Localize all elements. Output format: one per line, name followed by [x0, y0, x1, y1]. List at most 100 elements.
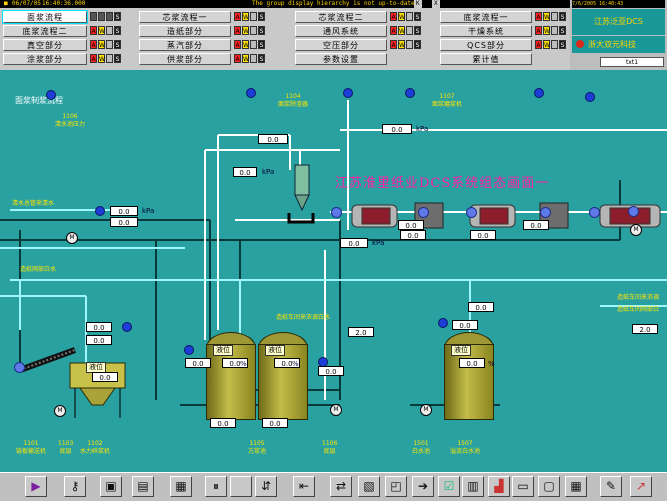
- nav-steam[interactable]: 蒸汽部分: [139, 39, 231, 51]
- sensor-icon[interactable]: [246, 88, 256, 98]
- indicator-c2-4-4: S: [258, 54, 265, 63]
- sensor-icon[interactable]: [585, 92, 595, 102]
- indicator-2-4: S: [114, 26, 121, 35]
- unit-label: %: [488, 360, 495, 368]
- status-close-button[interactable]: X: [432, 0, 440, 8]
- checkbox-icon[interactable]: ☑: [438, 476, 460, 497]
- valve-ball-icon[interactable]: [628, 206, 639, 217]
- calendar-icon[interactable]: ▦: [565, 476, 587, 497]
- value-box: 0.0: [110, 206, 138, 216]
- nav-compressed-air[interactable]: 空压部分: [295, 39, 387, 51]
- alarm-indicator-c4-1: A: [535, 12, 542, 21]
- sensor-icon[interactable]: [405, 88, 415, 98]
- label-paper-machine-a: 造纸车间来浓调: [617, 294, 660, 301]
- alarm-indicator-c2-1: A: [234, 12, 241, 21]
- nav-pulp-supply[interactable]: 供浆部分: [139, 53, 231, 65]
- sensor-icon[interactable]: [343, 88, 353, 98]
- txt1-field[interactable]: txt1: [600, 57, 664, 67]
- status-k-button[interactable]: K: [414, 0, 422, 8]
- label-clear-water: 清水总管来清水: [12, 200, 55, 207]
- nav-drying[interactable]: 干燥系统: [440, 25, 532, 37]
- value-box: 0.0: [459, 358, 485, 368]
- indicator-c3-2-4: S: [414, 26, 421, 35]
- unit-label: kPa: [262, 168, 275, 176]
- nav-face-pulp-flow[interactable]: 面浆流程: [2, 10, 88, 24]
- sensor-icon[interactable]: [95, 206, 105, 216]
- display-icon[interactable]: ▢: [538, 476, 560, 497]
- monitor-icon[interactable]: ▭: [512, 476, 534, 497]
- sensor-icon[interactable]: [46, 90, 56, 100]
- nav-qcs[interactable]: QCS部分: [440, 39, 532, 51]
- sensor-icon[interactable]: [534, 88, 544, 98]
- picture-icon[interactable]: ▣: [100, 476, 122, 497]
- value-box: 0.0: [258, 134, 288, 144]
- indicator-c4-2-3: [551, 26, 558, 35]
- arrow-right-icon[interactable]: ➔: [412, 476, 434, 497]
- equip-label-1106: 1106 底层: [322, 440, 338, 455]
- conveyor: [18, 347, 77, 373]
- nav-core-pulp-flow-1[interactable]: 芯浆流程一: [139, 11, 231, 23]
- warn-indicator-c2-4: W: [242, 54, 249, 63]
- cleaner: [287, 164, 315, 224]
- nav-totals[interactable]: 累计值: [440, 53, 532, 65]
- indicator-4-4: S: [114, 54, 121, 63]
- warn-indicator-c2-2: W: [242, 26, 249, 35]
- valve-ball-icon[interactable]: [331, 207, 342, 218]
- sensor-icon[interactable]: [122, 322, 132, 332]
- warn-indicator-2: W: [98, 26, 105, 35]
- grid-icon[interactable]: ▦: [170, 476, 192, 497]
- value-box: 0.0: [382, 124, 412, 134]
- valve-ball-icon[interactable]: [589, 207, 600, 218]
- motor-icon[interactable]: M: [66, 232, 78, 244]
- motor-icon[interactable]: M: [330, 404, 342, 416]
- nav-parameters[interactable]: 参数设置: [295, 53, 387, 65]
- valve-ball-icon[interactable]: [466, 207, 477, 218]
- indicator-c2-1-4: S: [258, 12, 265, 21]
- play-icon[interactable]: ▶: [25, 476, 47, 497]
- nav-papermaking[interactable]: 造纸部分: [139, 25, 231, 37]
- nav-vacuum[interactable]: 真空部分: [3, 39, 87, 51]
- sensor-icon[interactable]: [438, 318, 448, 328]
- cyan-pipes: [0, 209, 667, 370]
- value-box: 0.0: [210, 418, 236, 428]
- nav-core-pulp-flow-2[interactable]: 芯浆流程二: [295, 11, 387, 23]
- text-arrow-icon[interactable]: ⇤: [293, 476, 315, 497]
- brand-2-row: 浙大双元科技: [572, 36, 665, 53]
- indicator-c2-2-3: [250, 26, 257, 35]
- nav-bottom-pulp-flow-2[interactable]: 底浆流程二: [3, 25, 87, 37]
- unit-label: kPa: [416, 125, 429, 133]
- camera-icon[interactable]: ◰: [385, 476, 407, 497]
- diagram-title: 面浆制浆流程: [15, 96, 63, 105]
- nav-ventilation[interactable]: 通风系统: [295, 25, 387, 37]
- key-icon[interactable]: ⚷: [64, 476, 86, 497]
- trend-icon[interactable]: ↗: [630, 476, 652, 497]
- blank-icon[interactable]: [230, 476, 252, 497]
- layout-icon[interactable]: ▥: [462, 476, 484, 497]
- sensor-icon[interactable]: [184, 345, 194, 355]
- document-icon[interactable]: ▤: [132, 476, 154, 497]
- valve-ball-icon[interactable]: [14, 362, 25, 373]
- pen-icon[interactable]: ✎: [600, 476, 622, 497]
- transfer-icon[interactable]: ⇄: [330, 476, 352, 497]
- valve-ball-icon[interactable]: [418, 207, 429, 218]
- logo-panel: 7/6/2005 16:40:43 江苏泛亚DCS 浙大双元科技 txt1: [570, 0, 667, 70]
- value-box: 0.0: [92, 372, 118, 382]
- motor-icon[interactable]: M: [420, 404, 432, 416]
- indicator-1-3: [106, 12, 113, 21]
- warn-indicator-4: W: [98, 54, 105, 63]
- chart-icon[interactable]: ▟: [488, 476, 510, 497]
- valve-ball-icon[interactable]: [540, 207, 551, 218]
- indicator-1-4: S: [114, 12, 121, 21]
- unit-label: %: [240, 360, 247, 368]
- warn-indicator-c4-3: W: [543, 40, 550, 49]
- pause-icon[interactable]: ⏸: [205, 476, 227, 497]
- group-icon[interactable]: ▧: [358, 476, 380, 497]
- indicator-c3-1-3: [406, 12, 413, 21]
- nav-bottom-pulp-flow-1[interactable]: 底浆流程一: [440, 11, 532, 23]
- motor-icon[interactable]: M: [630, 224, 642, 236]
- value-box: 0.0: [86, 322, 112, 332]
- arrows-icon[interactable]: ⇵: [255, 476, 277, 497]
- nav-coating[interactable]: 涂浆部分: [3, 53, 87, 65]
- status-date: 06/07/05: [12, 0, 41, 7]
- motor-icon[interactable]: M: [54, 405, 66, 417]
